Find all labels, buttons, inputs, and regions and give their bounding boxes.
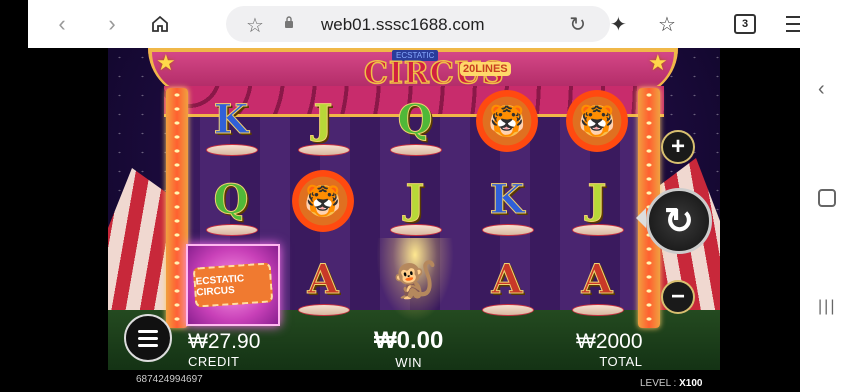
reel-symbol-j: J (282, 94, 364, 156)
reel-symbol-j: J (556, 174, 638, 236)
level-value: X100 (679, 378, 703, 389)
credit-display: ₩27.90 CREDIT (188, 330, 260, 369)
system-back-icon[interactable]: ‹ (818, 78, 825, 101)
forward-icon[interactable]: › (98, 10, 126, 38)
level-display: LEVEL : X100 (640, 378, 702, 389)
star-icon: ★ (156, 50, 176, 75)
minus-icon: − (670, 283, 685, 310)
spin-side-arrow-icon (636, 208, 646, 228)
plus-icon: + (670, 133, 685, 160)
home-icon[interactable] (146, 10, 174, 38)
url-text[interactable]: web01.sssc1688.com (321, 15, 484, 35)
favorites-icon[interactable]: ☆ (658, 12, 676, 37)
total-value: ₩2000 (576, 330, 643, 353)
win-display: ₩0.00 WIN (374, 327, 443, 370)
reel-symbol-a: A (282, 254, 364, 316)
credit-value: ₩27.90 (188, 330, 261, 353)
game-logo: ECSTATIC CIRCUS 20LINES (363, 50, 511, 94)
reel-symbol-monkey: 🐒 (376, 238, 454, 322)
sparkle-icon[interactable]: ✦ (610, 12, 627, 37)
win-label: WIN (395, 355, 423, 370)
symbol-letter: Q (397, 95, 433, 143)
star-icon: ★ (648, 50, 668, 75)
reel-symbol-a: A (556, 254, 638, 316)
reel-symbol-tiger: 🐯 (466, 90, 548, 156)
reel-symbol-ticket: ECSTATIC CIRCUS (186, 244, 280, 326)
symbol-letter: J (313, 95, 333, 143)
increase-bet-button[interactable]: + (661, 130, 695, 164)
system-recents-icon[interactable]: ||| (818, 298, 836, 316)
reload-icon[interactable]: ↻ (569, 12, 586, 37)
symbol-letter: A (307, 255, 339, 303)
symbol-letter: J (587, 175, 607, 223)
lock-icon (285, 16, 293, 28)
reel-symbol-tiger: 🐯 (556, 90, 638, 156)
reel-symbol-k: K (466, 174, 548, 236)
monkey-icon: 🐒 (392, 259, 438, 300)
symbol-letter: J (405, 175, 425, 223)
ticket-icon: ECSTATIC CIRCUS (192, 262, 274, 308)
tiger-icon: 🐯 (292, 170, 354, 232)
tiger-icon: 🐯 (476, 90, 538, 152)
symbol-letter: Q (213, 175, 249, 223)
tiger-icon: 🐯 (566, 90, 628, 152)
spin-button[interactable]: ↻ (646, 188, 712, 254)
account-id: 687424994697 (136, 374, 203, 385)
total-bet-display: ₩2000 TOTAL (576, 330, 643, 369)
reel-symbol-j: J (374, 174, 456, 236)
game-menu-button[interactable] (124, 314, 172, 362)
bookmark-star-icon[interactable]: ☆ (246, 13, 264, 38)
tabs-icon[interactable]: 3 (734, 14, 756, 34)
level-label: LEVEL : (640, 378, 677, 389)
system-nav-bar: ‹ ||| (800, 0, 850, 392)
symbol-letter: A (581, 255, 613, 303)
reel-symbol-q: Q (190, 174, 272, 236)
reel-symbol-a: A (466, 254, 548, 316)
reel-symbol-tiger: 🐯 (282, 170, 364, 236)
slot-game: ★ ★ ECSTATIC CIRCUS 20LINES K Q ECSTATIC… (108, 48, 720, 392)
reel-symbol-q: Q (374, 94, 456, 156)
light-pillar-left (166, 88, 188, 328)
total-label: TOTAL (599, 354, 643, 369)
credit-label: CREDIT (188, 354, 240, 369)
win-value: ₩0.00 (374, 327, 444, 354)
decrease-bet-button[interactable]: − (661, 280, 695, 314)
symbol-letter: A (491, 255, 523, 303)
system-home-icon[interactable] (818, 189, 836, 207)
symbol-letter: K (213, 95, 249, 143)
logo-lines: 20LINES (460, 62, 511, 76)
browser-toolbar: ‹ › ☆ web01.sssc1688.com ↻ ✦ ☆ 3 (28, 0, 802, 48)
reel-symbol-k: K (190, 94, 272, 156)
back-icon[interactable]: ‹ (48, 10, 76, 38)
hamburger-icon (138, 326, 158, 351)
address-bar[interactable]: ☆ web01.sssc1688.com ↻ (226, 6, 610, 42)
symbol-letter: K (489, 175, 525, 223)
spin-icon: ↻ (663, 200, 695, 241)
